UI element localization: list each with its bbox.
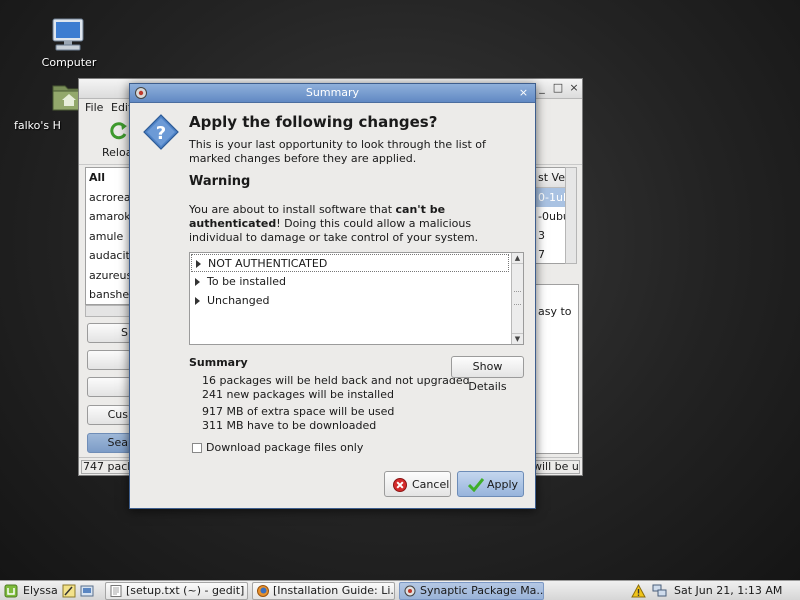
show-details-button[interactable]: Show Details	[451, 356, 524, 393]
reload-icon[interactable]	[109, 121, 129, 141]
clock[interactable]: Sat Jun 21, 1:13 AM	[674, 584, 782, 597]
expander-icon[interactable]	[195, 278, 200, 286]
taskbar: Elyssa [setup.txt (~) - gedit] [Installa…	[0, 580, 800, 600]
scroll-grip[interactable]	[514, 291, 521, 305]
warning-heading: Warning	[189, 174, 251, 189]
custom-filters-button[interactable]: Cus	[87, 405, 131, 425]
question-icon: ?	[143, 114, 179, 150]
task-label: Synaptic Package Ma...	[420, 584, 544, 597]
computer-icon[interactable]	[50, 17, 86, 53]
package-list-scrollbar[interactable]	[85, 305, 131, 317]
task-label: [setup.txt (~) - gedit]	[126, 584, 245, 597]
checkmark-icon	[468, 478, 484, 492]
computer-label[interactable]: Computer	[24, 56, 114, 69]
dialog-titlebar: Summary ×	[130, 84, 535, 103]
tree-item-label: To be installed	[207, 275, 286, 288]
list-item[interactable]: banshee	[86, 285, 130, 304]
summary-line: 16 packages will be held back and not up…	[202, 374, 470, 387]
summary-line: 311 MB have to be downloaded	[202, 419, 377, 432]
status-button[interactable]	[87, 350, 131, 370]
download-only-label[interactable]: Download package files only	[206, 441, 363, 454]
warning-text-pre: You are about to install software that	[189, 203, 396, 216]
tree-item-unchanged[interactable]: Unchanged	[191, 292, 509, 310]
list-item[interactable]: azureus	[86, 266, 130, 286]
status-space: will be us	[532, 460, 580, 474]
cancel-label: Cancel	[412, 478, 450, 491]
mint-menu-icon[interactable]	[4, 584, 18, 598]
expander-icon[interactable]	[196, 260, 201, 268]
list-item[interactable]: amarok	[86, 207, 130, 227]
svg-text:?: ?	[156, 123, 166, 144]
task-synaptic[interactable]: Synaptic Package Ma...	[399, 582, 544, 600]
summary-line: 917 MB of extra space will be used	[202, 405, 395, 418]
expander-icon[interactable]	[195, 297, 200, 305]
package-table-scrollbar[interactable]	[565, 167, 577, 264]
show-desktop-icon[interactable]	[80, 584, 94, 598]
changes-tree[interactable]: NOT AUTHENTICATED To be installed Unchan…	[189, 252, 524, 345]
package-filter-list[interactable]: All acroread amarok amule audacity azure…	[85, 167, 131, 305]
network-icon[interactable]	[652, 584, 667, 598]
tree-item-not-authenticated[interactable]: NOT AUTHENTICATED	[191, 254, 509, 272]
maximize-icon[interactable]: □	[551, 81, 565, 95]
tree-item-to-be-installed[interactable]: To be installed	[191, 273, 509, 291]
firefox-icon	[257, 585, 269, 597]
list-item[interactable]: acroread	[86, 188, 130, 208]
dialog-title: Summary	[305, 86, 360, 99]
start-menu-button[interactable]: Elyssa	[23, 584, 58, 597]
summary-line: 241 new packages will be installed	[202, 388, 394, 401]
minimize-icon[interactable]: _	[535, 81, 549, 95]
synaptic-app-icon	[404, 585, 416, 597]
cancel-icon	[393, 478, 407, 492]
tree-item-label: NOT AUTHENTICATED	[208, 257, 328, 270]
text-editor-launcher-icon[interactable]	[62, 584, 76, 598]
summary-heading: Summary	[189, 356, 248, 369]
close-icon[interactable]: ×	[517, 86, 530, 99]
reload-button[interactable]: Reloa	[102, 146, 132, 159]
download-only-checkbox[interactable]	[192, 443, 202, 453]
gedit-icon	[110, 585, 122, 597]
description-text: asy to	[538, 305, 572, 318]
task-browser[interactable]: [Installation Guide: Li...	[252, 582, 395, 600]
menu-file[interactable]: File	[85, 101, 103, 114]
summary-dialog: Summary × ? Apply the following changes?…	[129, 83, 536, 509]
home-folder-label[interactable]: falko's H	[14, 119, 84, 132]
apply-label: Apply	[487, 478, 519, 491]
list-item[interactable]: amule	[86, 227, 130, 247]
update-manager-icon[interactable]	[631, 584, 646, 598]
list-item[interactable]: All	[86, 168, 130, 188]
scroll-up-icon[interactable]: ▲	[512, 253, 523, 264]
status-package-count: 747 packa	[81, 460, 131, 474]
scroll-down-icon[interactable]: ▼	[512, 333, 523, 344]
description-pane: asy to	[535, 284, 579, 454]
tree-item-label: Unchanged	[207, 294, 270, 307]
list-item[interactable]: audacity	[86, 246, 130, 266]
search-results-button[interactable]: Sea	[87, 433, 131, 453]
close-icon[interactable]: ×	[567, 81, 581, 95]
sections-button[interactable]: S	[87, 323, 131, 343]
task-gedit[interactable]: [setup.txt (~) - gedit]	[105, 582, 248, 600]
task-label: [Installation Guide: Li...	[273, 584, 395, 597]
intro-text: This is your last opportunity to look th…	[189, 138, 486, 165]
warning-text: You are about to install software that c…	[189, 203, 489, 245]
cancel-button[interactable]: Cancel	[384, 471, 451, 497]
apply-button[interactable]: Apply	[457, 471, 524, 497]
dialog-heading: Apply the following changes?	[189, 113, 438, 131]
tree-scrollbar[interactable]: ▲ ▼	[511, 253, 523, 344]
origin-button[interactable]	[87, 377, 131, 397]
